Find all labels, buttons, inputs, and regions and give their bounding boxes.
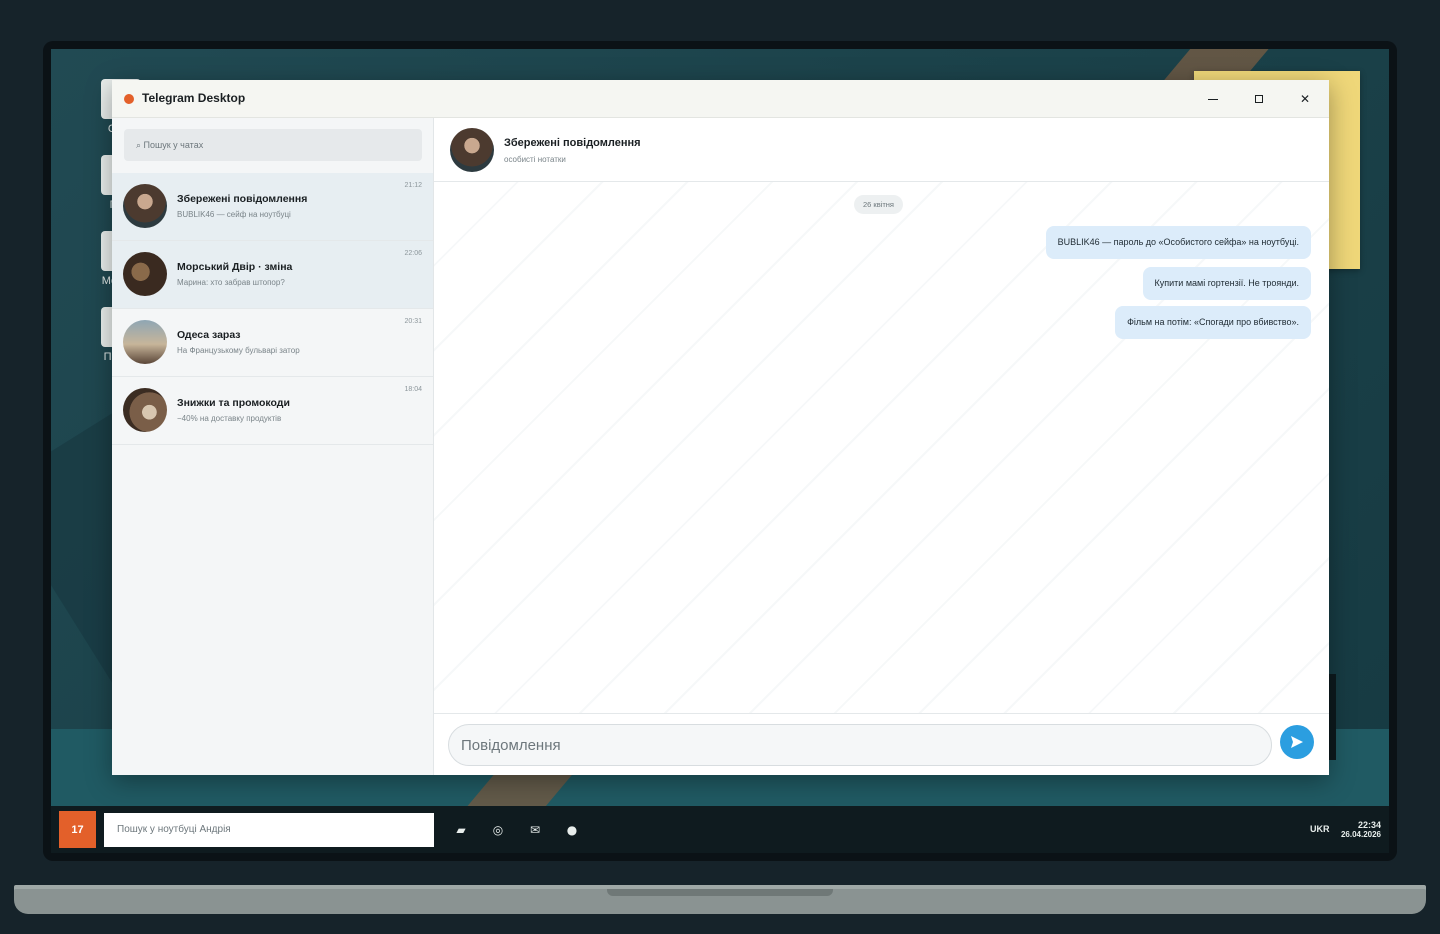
close-button[interactable]: ✕ xyxy=(1295,90,1315,108)
chat-time: 21:12 xyxy=(404,182,422,189)
telegram-window: Telegram Desktop ✕ ⌕ Пошук у чатах Збере… xyxy=(112,80,1329,775)
chat-pane: Збережені повідомлення особисті нотатки … xyxy=(434,118,1329,775)
avatar xyxy=(123,320,167,364)
chat-title: Збережені повідомлення xyxy=(504,137,641,149)
desktop-screen: ▤ Спра ✉ Пош ● Мессен ▰ Провід Telegram … xyxy=(51,49,1389,853)
minimize-button[interactable] xyxy=(1203,90,1223,108)
title-bar[interactable]: Telegram Desktop ✕ xyxy=(112,80,1329,118)
minimize-icon xyxy=(1208,98,1218,100)
message-input[interactable]: Повідомлення xyxy=(448,724,1272,766)
chat-name: Збережені повідомлення xyxy=(177,193,308,205)
chat-item-znyzhky[interactable]: Знижки та промокоди −40% на доставку про… xyxy=(112,377,433,445)
taskbar-folder-icon[interactable]: ▰ xyxy=(451,820,471,840)
chat-header[interactable]: Збережені повідомлення особисті нотатки xyxy=(434,118,1329,182)
date-separator: 26 квітня xyxy=(854,195,903,214)
chat-preview: Марина: хто забрав штопор? xyxy=(177,278,285,287)
chat-search-input[interactable]: ⌕ Пошук у чатах xyxy=(124,129,422,161)
window-title: Telegram Desktop xyxy=(142,91,246,105)
chat-preview: BUBLIK46 — сейф на ноутбуці xyxy=(177,210,291,219)
chat-item-morskyi-dvir[interactable]: Морський Двір · зміна Марина: хто забрав… xyxy=(112,241,433,309)
chat-time: 20:31 xyxy=(404,318,422,325)
chat-preview: На Французькому бульварі затор xyxy=(177,346,300,355)
taskbar-search-input[interactable]: Пошук у ноутбуці Андрія xyxy=(104,813,434,847)
maximize-icon xyxy=(1255,95,1263,103)
message-bubble[interactable]: BUBLIK46 — пароль до «Особистого сейфа» … xyxy=(1045,226,1311,259)
chat-item-saved-messages[interactable]: Збережені повідомлення BUBLIK46 — сейф н… xyxy=(112,173,433,241)
language-indicator[interactable]: UKR xyxy=(1310,824,1330,834)
chat-name: Знижки та промокоди xyxy=(177,397,290,409)
laptop-hinge-notch xyxy=(607,889,833,896)
chat-preview: −40% на доставку продуктів xyxy=(177,414,282,423)
avatar xyxy=(450,128,494,172)
avatar xyxy=(123,388,167,432)
chat-time: 18:04 xyxy=(404,386,422,393)
taskbar-browser-icon[interactable]: ◎ xyxy=(488,820,508,840)
chat-time: 22:06 xyxy=(404,250,422,257)
avatar xyxy=(123,252,167,296)
message-composer: Повідомлення xyxy=(434,713,1329,775)
close-icon: ✕ xyxy=(1299,92,1311,106)
app-status-dot xyxy=(124,94,134,104)
send-button[interactable] xyxy=(1280,725,1314,759)
avatar xyxy=(123,184,167,228)
maximize-button[interactable] xyxy=(1249,90,1269,108)
chat-background xyxy=(434,182,1329,713)
chat-name: Морський Двір · зміна xyxy=(177,261,293,273)
taskbar-telegram-icon[interactable]: ● xyxy=(562,820,582,840)
clock-date[interactable]: 26.04.2026 xyxy=(1331,830,1381,839)
clock-time[interactable]: 22:34 xyxy=(1351,820,1381,830)
message-bubble[interactable]: Фільм на потім: «Спогади про вбивство». xyxy=(1115,306,1311,339)
chat-name: Одеса зараз xyxy=(177,329,241,341)
start-button[interactable]: 17 xyxy=(59,811,96,848)
send-icon xyxy=(1291,736,1303,748)
chat-subtitle: особисті нотатки xyxy=(504,155,566,164)
chat-list-sidebar: ⌕ Пошук у чатах Збережені повідомлення B… xyxy=(112,118,434,775)
chat-item-odesa-zaraz[interactable]: Одеса зараз На Французькому бульварі зат… xyxy=(112,309,433,377)
taskbar: 17 Пошук у ноутбуці Андрія ▰ ◎ ✉ ● UKR 2… xyxy=(51,806,1389,853)
taskbar-mail-icon[interactable]: ✉ xyxy=(525,820,545,840)
message-bubble[interactable]: Купити мамі гортензії. Не троянди. xyxy=(1142,267,1311,300)
